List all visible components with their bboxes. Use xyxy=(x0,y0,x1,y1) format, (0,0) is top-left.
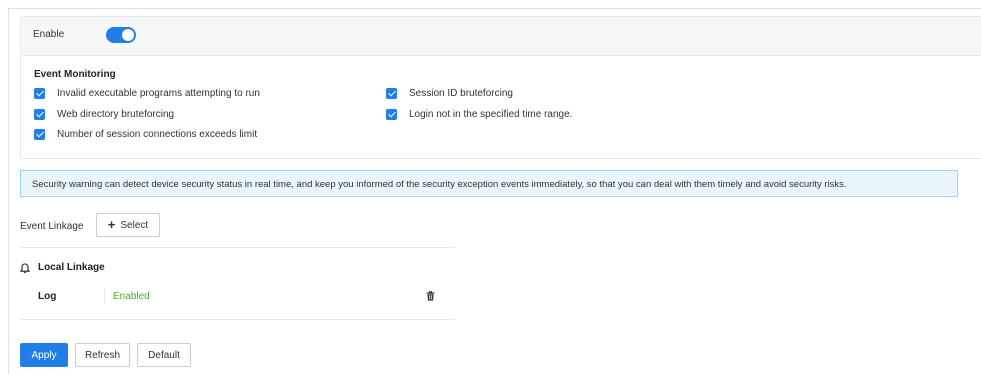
event-item-login-time-range[interactable]: Login not in the specified time range. xyxy=(386,109,572,120)
event-item-session-connections-limit[interactable]: Number of session connections exceeds li… xyxy=(34,129,257,140)
event-item-label: Web directory bruteforcing xyxy=(57,109,175,120)
log-linkage-name: Log xyxy=(38,291,57,302)
checkbox[interactable] xyxy=(386,88,397,99)
checkbox[interactable] xyxy=(34,88,45,99)
info-banner: Security warning can detect device secur… xyxy=(20,170,958,197)
divider xyxy=(20,247,455,248)
checkbox[interactable] xyxy=(34,129,45,140)
enable-toggle[interactable] xyxy=(106,27,136,43)
default-button[interactable]: Default xyxy=(137,343,191,367)
event-item-label: Login not in the specified time range. xyxy=(409,109,573,120)
enable-bar: Enable xyxy=(20,16,981,56)
local-linkage-header: Local Linkage xyxy=(20,262,105,273)
log-linkage-status: Enabled xyxy=(113,291,150,302)
refresh-button[interactable]: Refresh xyxy=(75,343,130,367)
event-linkage-label: Event Linkage xyxy=(20,221,84,232)
trash-icon[interactable] xyxy=(426,291,435,304)
checkbox[interactable] xyxy=(386,109,397,120)
plus-icon: + xyxy=(107,217,116,232)
divider xyxy=(20,319,455,320)
apply-button[interactable]: Apply xyxy=(20,343,68,367)
event-item-web-directory-bruteforcing[interactable]: Web directory bruteforcing xyxy=(34,109,174,120)
local-linkage-title: Local Linkage xyxy=(38,262,105,273)
event-monitoring-title: Event Monitoring xyxy=(34,69,116,80)
enable-label: Enable xyxy=(33,29,65,40)
alarm-bell-icon xyxy=(20,262,30,273)
event-monitoring-panel: Event Monitoring Invalid executable prog… xyxy=(20,56,981,159)
checkbox[interactable] xyxy=(34,109,45,120)
event-item-label: Invalid executable programs attempting t… xyxy=(57,88,260,99)
event-item-invalid-programs[interactable]: Invalid executable programs attempting t… xyxy=(34,88,260,99)
column-separator xyxy=(104,289,105,303)
select-button[interactable]: + Select xyxy=(96,213,160,237)
event-item-label: Number of session connections exceeds li… xyxy=(57,129,258,140)
toggle-knob xyxy=(122,29,134,41)
select-label: Select xyxy=(120,219,149,231)
event-item-label: Session ID bruteforcing xyxy=(409,88,513,99)
event-item-session-id-bruteforcing[interactable]: Session ID bruteforcing xyxy=(386,88,513,99)
